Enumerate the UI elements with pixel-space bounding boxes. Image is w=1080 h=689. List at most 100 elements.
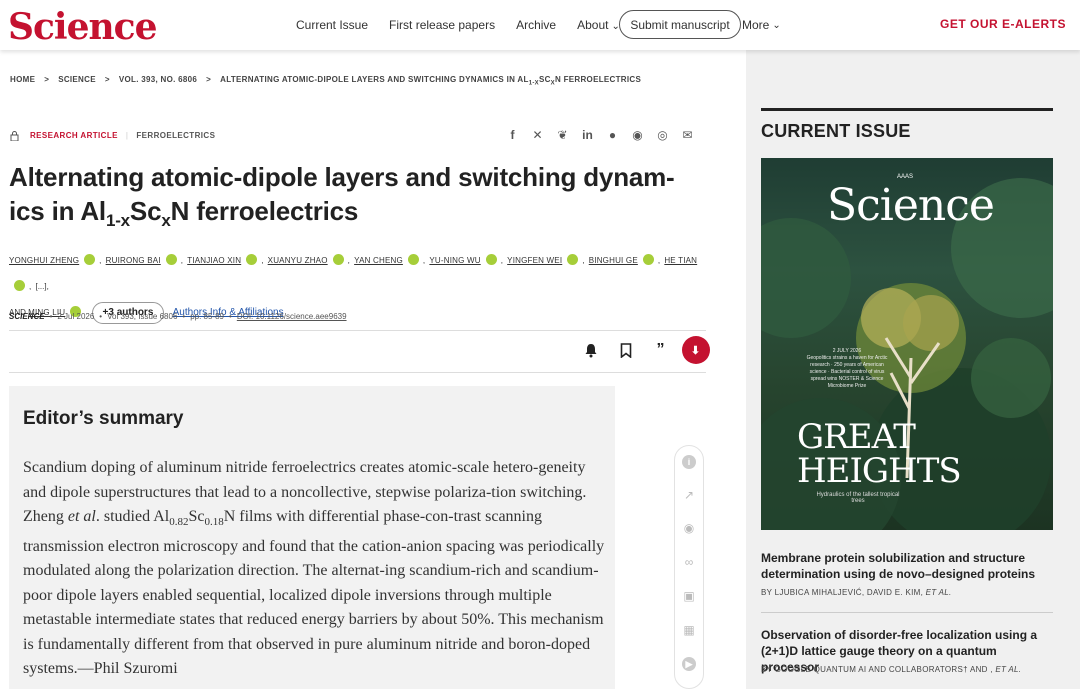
article-tools: ” ⬇ <box>573 336 713 364</box>
author-separator: , <box>46 282 49 291</box>
breadcrumb-separator: > <box>206 75 212 84</box>
cover-headline-line-1: GREAT <box>797 417 916 457</box>
view-eye-icon[interactable]: ◉ <box>681 520 697 536</box>
main-nav: Current Issue First release papers Archi… <box>296 0 641 50</box>
link-icon[interactable]: ∞ <box>681 554 697 570</box>
figures-icon[interactable]: ▣ <box>681 588 697 604</box>
breadcrumb-article-sub: 1-X <box>528 80 539 87</box>
x-icon[interactable]: ✕ <box>525 128 550 142</box>
cover-blurb: 2 JULY 2026 Geopolitics strains a haven … <box>805 348 889 390</box>
cover-headline-line-2: HEIGHTS <box>797 451 962 491</box>
cite-quote-icon[interactable]: ” <box>643 336 678 364</box>
breadcrumb-article: ALTERNATING ATOMIC-DIPOLE LAYERS AND SWI… <box>220 75 641 87</box>
wechat-icon[interactable]: ◉ <box>625 128 650 142</box>
author-separator: , <box>29 282 32 291</box>
submit-manuscript-button[interactable]: Submit manuscript <box>619 10 741 39</box>
orcid-icon[interactable] <box>14 280 25 292</box>
article-side-toolbar: i ↗ ◉ ∞ ▣ ▦ ▶ <box>674 445 704 689</box>
orcid-icon[interactable] <box>332 254 344 266</box>
summary-sub: 0.18 <box>204 516 224 529</box>
summary-text: Scandium doping of aluminum nitride ferr… <box>23 456 605 682</box>
breadcrumb-journal[interactable]: SCIENCE <box>58 75 96 87</box>
nav-about[interactable]: About ⌄ <box>577 18 620 32</box>
nav-about-label: About <box>577 18 609 32</box>
share-bar: f ✕ ❦ in ● ◉ ◎ ✉ <box>500 128 700 142</box>
nav-archive[interactable]: Archive <box>516 18 556 32</box>
related-article-authors-text: BY GOOGLE QUANTUM AI AND COLLABORATORS† … <box>761 665 996 674</box>
reddit-icon[interactable]: ● <box>600 128 625 142</box>
bell-icon[interactable] <box>573 336 608 364</box>
facebook-icon[interactable]: f <box>500 128 525 142</box>
author-link[interactable]: HE TIAN <box>664 256 697 265</box>
cover-headline: GREAT HEIGHTS <box>797 417 962 491</box>
chevron-down-icon: ⌄ <box>772 19 781 31</box>
article-title-sub: x <box>161 211 171 231</box>
issue-cover-image[interactable]: AAAS Science 2 JULY 2026 Geopolitics str… <box>761 158 1053 530</box>
meta-dot: • <box>182 312 186 321</box>
doi-link[interactable]: DOI: 10.1126/science.aee9639 <box>237 312 347 321</box>
breadcrumb-separator: > <box>44 75 50 84</box>
media-play-icon[interactable]: ▶ <box>681 656 697 672</box>
nav-more-label: More <box>742 18 770 32</box>
orcid-icon[interactable] <box>246 254 258 266</box>
orcid-icon[interactable] <box>567 254 579 266</box>
article-title-sub: 1-x <box>105 211 130 231</box>
orcid-icon[interactable] <box>642 254 654 266</box>
article-title-part: Sc <box>129 196 162 226</box>
cover-subtitle: Hydraulics of the tallest tropical trees <box>816 492 900 504</box>
orcid-icon[interactable] <box>165 254 177 266</box>
author-link[interactable]: XUANYU ZHAO <box>268 256 328 265</box>
tables-icon[interactable]: ▦ <box>681 622 697 638</box>
author-link[interactable]: YONGHUI ZHENG <box>9 256 79 265</box>
media-play-glyph: ▶ <box>682 657 696 671</box>
nav-more[interactable]: More ⌄ <box>742 0 781 50</box>
author-separator: , <box>582 256 585 265</box>
related-article-authors-etal: ET AL. <box>925 588 952 597</box>
metrics-icon[interactable]: ↗ <box>681 487 697 503</box>
meta-dot: • <box>49 312 53 321</box>
current-issue-divider <box>761 108 1053 111</box>
article-title-part: ics in Al <box>9 196 106 226</box>
breadcrumb-article-part: SC <box>538 75 551 84</box>
get-alerts-link[interactable]: GET OUR E-ALERTS <box>940 17 1066 31</box>
article-title-line-1: Alternating atomic-dipole layers and swi… <box>9 162 675 192</box>
related-article-authors: BY GOOGLE QUANTUM AI AND COLLABORATORS† … <box>761 665 1021 674</box>
linkedin-icon[interactable]: in <box>575 128 600 142</box>
whatsapp-icon[interactable]: ◎ <box>650 128 675 142</box>
orcid-icon[interactable] <box>485 254 497 266</box>
author-separator: , <box>657 256 661 265</box>
nav-current-issue[interactable]: Current Issue <box>296 18 368 32</box>
author-link[interactable]: BINGHUI GE <box>589 256 638 265</box>
meta-issue: Vol 393, Issue 6806 <box>107 312 178 321</box>
author-link[interactable]: YAN CHENG <box>354 256 403 265</box>
article-type-badge[interactable]: RESEARCH ARTICLE <box>30 131 118 140</box>
breadcrumb-home[interactable]: HOME <box>10 75 35 87</box>
bluesky-icon[interactable]: ❦ <box>550 128 575 142</box>
info-icon[interactable]: i <box>681 454 697 470</box>
bookmark-icon-glyph <box>620 342 631 358</box>
authors-ellipsis[interactable]: [...] <box>35 282 46 291</box>
author-link[interactable]: YU-NING WU <box>429 256 480 265</box>
breadcrumb-volume[interactable]: VOL. 393, NO. 6806 <box>119 75 197 87</box>
article-subject-badge[interactable]: FERROELECTRICS <box>136 131 215 140</box>
cover-blurb-text: Geopolitics strains a haven for Arctic r… <box>806 355 888 389</box>
related-article-title[interactable]: Membrane protein solubilization and stru… <box>761 550 1051 582</box>
lock-icon <box>10 131 19 141</box>
author-link[interactable]: YINGFEN WEI <box>507 256 562 265</box>
orcid-icon[interactable] <box>407 254 419 266</box>
author-link[interactable]: RUIRONG BAI <box>106 256 161 265</box>
science-logo[interactable]: Science <box>8 6 157 48</box>
summary-heading: Editor’s summary <box>23 408 184 429</box>
nav-first-release[interactable]: First release papers <box>389 18 495 32</box>
author-link[interactable]: TIANJIAO XIN <box>187 256 241 265</box>
orcid-icon[interactable] <box>84 254 96 266</box>
bookmark-icon[interactable] <box>608 336 643 364</box>
email-icon[interactable]: ✉ <box>675 128 700 142</box>
summary-etal: et al <box>67 508 96 525</box>
article-badges: RESEARCH ARTICLE | FERROELECTRICS <box>30 131 215 140</box>
meta-date: 2 Jul 2026 <box>57 312 95 321</box>
breadcrumb-article-part: ALTERNATING ATOMIC-DIPOLE LAYERS AND SWI… <box>220 75 529 84</box>
pdf-button[interactable]: ⬇ <box>678 336 713 364</box>
editors-summary: Editor’s summary Scandium doping of alum… <box>9 386 615 689</box>
related-article-authors-text: BY LJUBICA MIHALJEVIĆ, DAVID E. KIM, <box>761 588 926 597</box>
